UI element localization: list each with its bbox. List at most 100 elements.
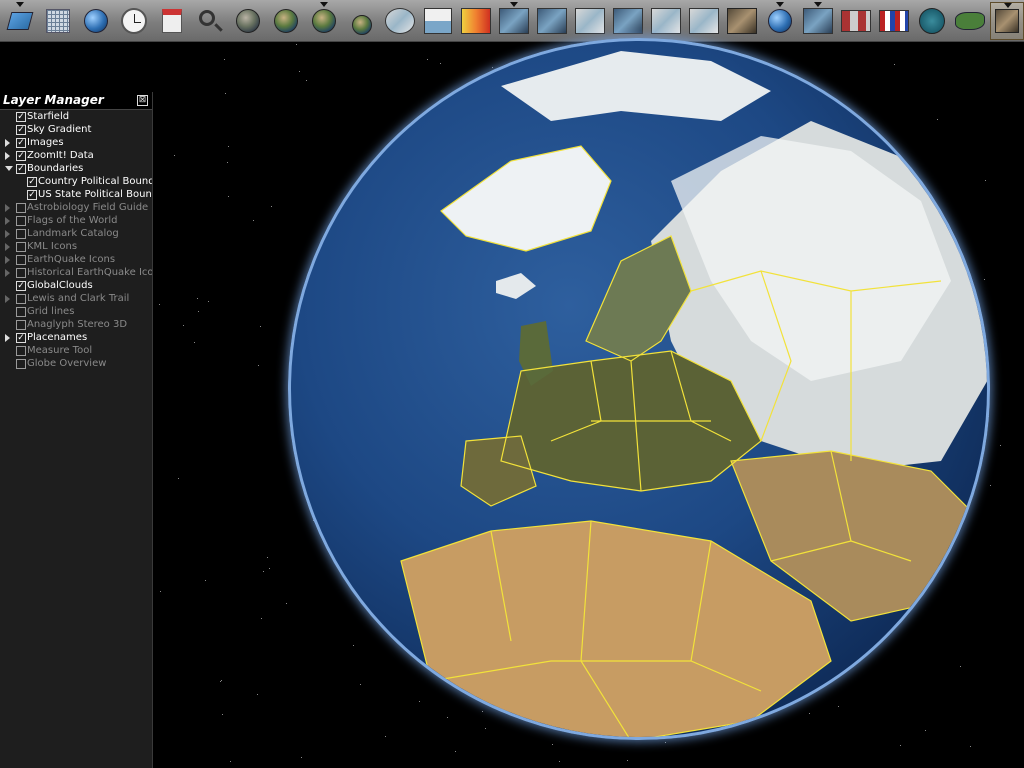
close-icon[interactable]: ⊠ xyxy=(137,95,148,106)
heat-map-button[interactable] xyxy=(459,2,493,40)
expand-arrow-icon[interactable] xyxy=(5,152,10,160)
layer-row[interactable]: Astrobiology Field Guide xyxy=(0,201,152,214)
landsat-tile-button-4[interactable] xyxy=(649,2,683,40)
layer-checkbox[interactable] xyxy=(16,346,26,356)
layer-checkbox[interactable] xyxy=(16,255,26,265)
circular-badge-icon xyxy=(919,8,945,34)
dropdown-arrow-icon[interactable] xyxy=(776,2,784,7)
placenames-button[interactable] xyxy=(839,2,873,40)
layer-row[interactable]: ✓ Starfield xyxy=(0,110,152,123)
landsat-icon xyxy=(499,8,529,34)
grid-button[interactable] xyxy=(41,2,75,40)
layer-checkbox[interactable]: ✓ xyxy=(16,138,26,148)
layer-row[interactable]: Historical EarthQuake Icons xyxy=(0,266,152,279)
expand-arrow-icon[interactable] xyxy=(5,243,10,251)
time-button[interactable] xyxy=(117,2,151,40)
star xyxy=(267,557,268,558)
dropdown-arrow-icon[interactable] xyxy=(320,2,328,7)
layer-checkbox[interactable] xyxy=(16,294,26,304)
layer-checkbox[interactable]: ✓ xyxy=(16,151,26,161)
star xyxy=(1000,445,1001,446)
star xyxy=(220,681,221,682)
layer-checkbox[interactable]: ✓ xyxy=(16,125,26,135)
layers-button[interactable] xyxy=(3,2,37,40)
layer-checkbox[interactable]: ✓ xyxy=(27,190,37,200)
layer-checkbox[interactable] xyxy=(16,307,26,317)
us-map-button[interactable] xyxy=(953,2,987,40)
layer-checkbox[interactable] xyxy=(16,229,26,239)
layer-checkbox[interactable] xyxy=(16,359,26,369)
landsat-tile-icon-4 xyxy=(651,8,681,34)
layer-row[interactable]: ✓ GlobalClouds xyxy=(0,279,152,292)
earth-dropdown-button[interactable] xyxy=(307,2,341,40)
layer-checkbox[interactable]: ✓ xyxy=(16,281,26,291)
badge-button[interactable] xyxy=(915,2,949,40)
expand-arrow-icon[interactable] xyxy=(5,217,10,225)
collapse-arrow-icon[interactable] xyxy=(5,166,13,171)
moon-globe-button[interactable] xyxy=(231,2,265,40)
landsat-button[interactable] xyxy=(497,2,531,40)
layer-checkbox[interactable]: ✓ xyxy=(27,177,37,187)
dropdown-arrow-icon[interactable] xyxy=(16,2,24,7)
star xyxy=(299,71,300,72)
layer-row[interactable]: ✓Country Political Boundaries xyxy=(0,175,152,188)
layer-row[interactable]: Landmark Catalog xyxy=(0,227,152,240)
layer-row[interactable]: Measure Tool xyxy=(0,344,152,357)
layer-checkbox[interactable] xyxy=(16,203,26,213)
layer-row[interactable]: EarthQuake Icons xyxy=(0,253,152,266)
layer-checkbox[interactable] xyxy=(16,242,26,252)
layer-row[interactable]: ✓ Sky Gradient xyxy=(0,123,152,136)
expand-arrow-icon[interactable] xyxy=(5,230,10,238)
layer-row[interactable]: Globe Overview xyxy=(0,357,152,370)
layer-checkbox[interactable] xyxy=(16,268,26,278)
landsat-tile-icon-2 xyxy=(575,8,605,34)
terrain-button[interactable] xyxy=(801,2,835,40)
star xyxy=(900,745,901,746)
wms-button[interactable] xyxy=(421,2,455,40)
expand-arrow-icon[interactable] xyxy=(5,139,10,147)
layer-row[interactable]: ✓ ZoomIt! Data xyxy=(0,149,152,162)
layer-row[interactable]: Flags of the World xyxy=(0,214,152,227)
expand-arrow-icon[interactable] xyxy=(5,256,10,264)
layer-row[interactable]: ✓US State Political Boundaries xyxy=(0,188,152,201)
star xyxy=(257,694,258,695)
landsat-tile-button-5[interactable] xyxy=(687,2,721,40)
layer-row[interactable]: Grid lines xyxy=(0,305,152,318)
globe-view[interactable] xyxy=(288,38,990,740)
layer-row[interactable]: Anaglyph Stereo 3D xyxy=(0,318,152,331)
blue-marble-button[interactable] xyxy=(383,2,417,40)
layer-row[interactable]: KML Icons xyxy=(0,240,152,253)
layer-row[interactable]: ✓ Boundaries xyxy=(0,162,152,175)
compass-settings-button[interactable] xyxy=(990,2,1024,40)
layer-row[interactable]: Lewis and Clark Trail xyxy=(0,292,152,305)
earth-button[interactable] xyxy=(269,2,303,40)
expand-arrow-icon[interactable] xyxy=(5,334,10,342)
dropdown-arrow-icon[interactable] xyxy=(510,2,518,7)
search-button[interactable] xyxy=(193,2,227,40)
world-search-button[interactable] xyxy=(763,2,797,40)
blue-marble-icon xyxy=(385,8,415,34)
landsat-tile-button-2[interactable] xyxy=(573,2,607,40)
layer-row[interactable]: ✓ Placenames xyxy=(0,331,152,344)
layer-checkbox[interactable]: ✓ xyxy=(16,112,26,122)
landsat-tile-button-3[interactable] xyxy=(611,2,645,40)
dropdown-arrow-icon[interactable] xyxy=(814,2,822,7)
layer-row[interactable]: ✓ Images xyxy=(0,136,152,149)
layer-checkbox[interactable]: ✓ xyxy=(16,164,26,174)
layer-checkbox[interactable]: ✓ xyxy=(16,333,26,343)
flags-button[interactable] xyxy=(877,2,911,40)
calendar-button[interactable] xyxy=(155,2,189,40)
star xyxy=(492,67,493,68)
expand-arrow-icon[interactable] xyxy=(5,269,10,277)
layer-checkbox[interactable] xyxy=(16,216,26,226)
landsat-tile-button-1[interactable] xyxy=(535,2,569,40)
landsat-tile-button-6[interactable] xyxy=(725,2,759,40)
expand-arrow-icon[interactable] xyxy=(5,295,10,303)
toolbar xyxy=(0,0,1024,42)
star xyxy=(159,304,160,305)
layer-checkbox[interactable] xyxy=(16,320,26,330)
add-globe-button[interactable] xyxy=(345,2,379,40)
globe-button[interactable] xyxy=(79,2,113,40)
expand-arrow-icon[interactable] xyxy=(5,204,10,212)
dropdown-arrow-icon[interactable] xyxy=(1004,3,1012,8)
